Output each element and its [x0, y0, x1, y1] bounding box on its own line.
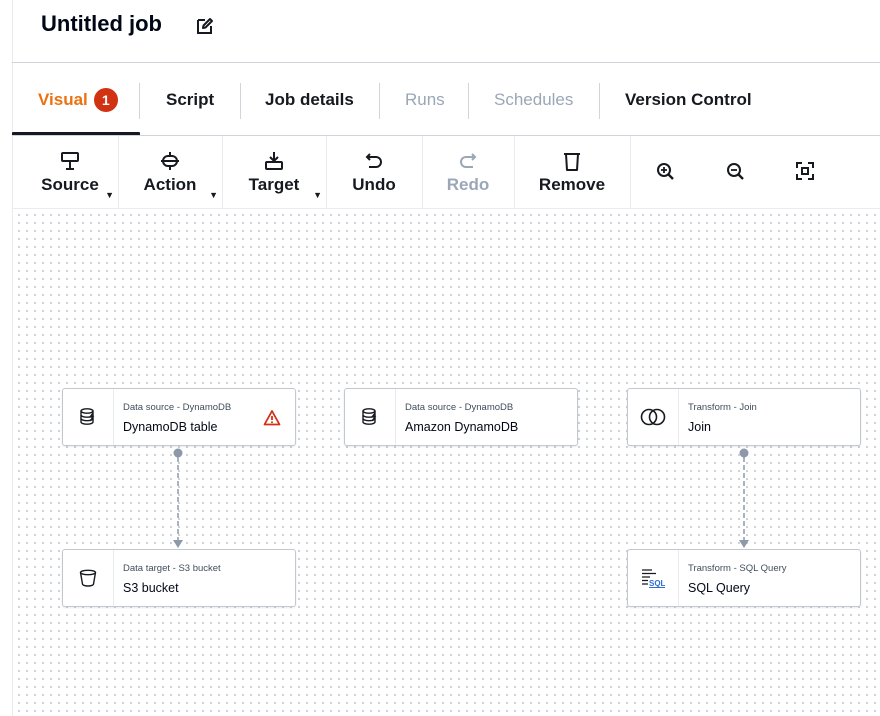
- node-icon-container: SQL: [628, 550, 679, 606]
- node-type: Transform - Join: [688, 402, 757, 413]
- zoom-in-icon[interactable]: [654, 160, 676, 182]
- caret-down-icon: ▼: [105, 190, 114, 200]
- source-icon: [61, 152, 79, 170]
- dynamodb-icon: [80, 408, 95, 425]
- node-name: Join: [688, 420, 711, 434]
- toolbar-divider: [630, 136, 631, 208]
- job-header: Untitled job: [0, 0, 880, 62]
- node-name: SQL Query: [688, 581, 751, 595]
- node-icon-container: [628, 389, 679, 445]
- tab-divider: [240, 83, 241, 119]
- remove-label: Remove: [538, 175, 606, 194]
- node-type: Data source - DynamoDB: [123, 402, 232, 413]
- action-button[interactable]: Action ▼: [118, 136, 222, 208]
- fit-view-icon[interactable]: [794, 160, 816, 182]
- node-s3-bucket[interactable]: Data target - S3 bucket S3 bucket: [62, 549, 296, 607]
- redo-icon: [460, 153, 477, 168]
- node-name: DynamoDB table: [123, 420, 218, 434]
- join-icon: [640, 408, 666, 426]
- tab-job-details[interactable]: Job details: [265, 63, 354, 136]
- undo-label: Undo: [352, 175, 396, 194]
- node-name: Amazon DynamoDB: [405, 420, 519, 434]
- tab-badge: 1: [93, 87, 118, 112]
- tab-label: Visual: [38, 89, 88, 109]
- node-dynamodb-table[interactable]: Data source - DynamoDB DynamoDB table: [62, 388, 296, 446]
- tab-runs[interactable]: Runs: [405, 63, 445, 136]
- caret-down-icon: ▼: [209, 190, 218, 200]
- zoom-out-icon[interactable]: [724, 160, 746, 182]
- node-type: Data target - S3 bucket: [123, 563, 221, 574]
- tab-schedules[interactable]: Schedules: [494, 63, 573, 136]
- target-icon: [265, 152, 283, 170]
- node-name: S3 bucket: [123, 581, 179, 595]
- node-join[interactable]: Transform - Join Join: [627, 388, 861, 446]
- undo-button[interactable]: Undo: [326, 136, 422, 208]
- warning-icon[interactable]: [263, 409, 281, 427]
- node-amazon-dynamodb[interactable]: Data source - DynamoDB Amazon DynamoDB: [344, 388, 578, 446]
- dynamodb-icon: [362, 408, 377, 425]
- tab-visual[interactable]: Visual 1: [38, 63, 118, 136]
- remove-button[interactable]: Remove: [514, 136, 630, 208]
- tab-version-control[interactable]: Version Control: [625, 63, 752, 136]
- tab-bar: Visual 1 Script Job details Runs Schedul…: [12, 63, 880, 136]
- tab-divider: [468, 83, 469, 119]
- tab-divider: [599, 83, 600, 119]
- visual-canvas[interactable]: [13, 209, 880, 716]
- canvas-toolbar: Source ▼ Action ▼ Target ▼ Undo Redo Rem…: [12, 136, 880, 208]
- caret-down-icon: ▼: [313, 190, 322, 200]
- action-icon: [161, 152, 179, 170]
- node-type: Transform - SQL Query: [688, 563, 787, 574]
- node-icon-container: [345, 389, 396, 445]
- source-label: Source: [41, 175, 99, 194]
- redo-button[interactable]: Redo: [422, 136, 514, 208]
- edit-icon[interactable]: [195, 16, 215, 36]
- trash-icon: [564, 153, 580, 171]
- target-button[interactable]: Target ▼: [222, 136, 326, 208]
- node-icon-container: [63, 550, 114, 606]
- action-label: Action: [143, 175, 197, 194]
- node-sql-query[interactable]: SQL Transform - SQL Query SQL Query: [627, 549, 861, 607]
- tab-script[interactable]: Script: [166, 63, 214, 136]
- target-label: Target: [248, 175, 300, 194]
- svg-text:SQL: SQL: [649, 579, 666, 588]
- bucket-icon: [79, 569, 97, 587]
- node-icon-container: [63, 389, 114, 445]
- job-title[interactable]: Untitled job: [41, 11, 162, 37]
- tab-divider: [139, 83, 140, 119]
- tab-divider: [379, 83, 380, 119]
- undo-icon: [365, 153, 382, 168]
- node-type: Data source - DynamoDB: [405, 402, 514, 413]
- redo-label: Redo: [446, 175, 490, 194]
- source-button[interactable]: Source ▼: [22, 136, 118, 208]
- sql-query-icon: SQL: [642, 569, 666, 588]
